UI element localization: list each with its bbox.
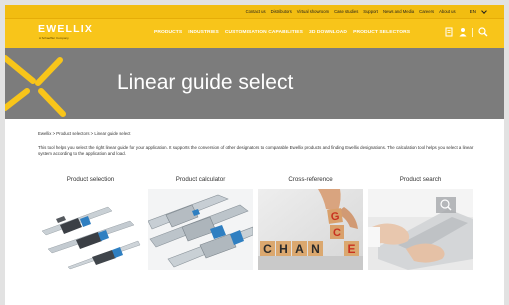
topbar-link-contact[interactable]: Contact us: [246, 9, 266, 14]
nav-icon-group: [445, 27, 488, 37]
product-selection-image[interactable]: [38, 189, 143, 270]
nav-item-product-selectors[interactable]: PRODUCT SELECTORS: [353, 30, 410, 35]
utility-bar: Contact us Distributors Virtual showroom…: [5, 5, 504, 18]
block-letter-g: G: [330, 210, 340, 223]
block-letter-a: A: [295, 242, 304, 256]
block-letter-c: C: [263, 242, 272, 256]
product-calculator-image[interactable]: [148, 189, 253, 270]
card-cross-reference[interactable]: Cross-reference G C C H A N E: [258, 175, 363, 270]
brand-tagline: A Schaeffler Company: [39, 36, 69, 40]
block-letter-c-2: C: [333, 227, 341, 239]
browser-page: Contact us Distributors Virtual showroom…: [5, 5, 504, 305]
page-title: Linear guide select: [117, 71, 294, 94]
main-nav-bar: EWELLIX A Schaeffler Company PRODUCTS IN…: [5, 18, 504, 48]
nav-icon-divider: [472, 27, 473, 37]
tool-cards: Product selection Product calculator Cro…: [38, 175, 473, 270]
card-title: Product calculator: [175, 176, 226, 183]
card-title: Product search: [399, 176, 442, 183]
topbar-link-case-studies[interactable]: Case studies: [334, 9, 358, 14]
hero-banner: Linear guide select: [5, 48, 504, 119]
language-label: EN: [469, 9, 476, 14]
block-letter-h: H: [279, 242, 288, 256]
card-title: Cross-reference: [288, 176, 333, 183]
topbar-link-virtual-showroom[interactable]: Virtual showroom: [297, 9, 329, 14]
search-overlay: [436, 197, 456, 213]
cross-reference-image[interactable]: G C C H A N E: [258, 189, 363, 270]
nav-item-customisation[interactable]: CUSTOMISATION CAPABILITIES: [225, 30, 303, 35]
chevron-down-icon: [481, 7, 487, 14]
breadcrumb[interactable]: Ewellix > Product selectors > Linear gui…: [38, 131, 130, 136]
search-icon[interactable]: [478, 27, 488, 37]
user-icon[interactable]: [459, 27, 467, 37]
product-search-image[interactable]: [368, 189, 473, 270]
topbar-link-about[interactable]: About us: [439, 9, 456, 14]
brand-name: EWELLIX: [38, 23, 94, 35]
brand-x-mark-icon: [5, 55, 66, 117]
nav-item-products[interactable]: PRODUCTS: [154, 30, 182, 35]
card-title: Product selection: [66, 176, 115, 183]
topbar-link-news[interactable]: News and Media: [383, 9, 414, 14]
block-letter-e: E: [347, 242, 355, 256]
card-product-search[interactable]: Product search: [368, 175, 473, 270]
language-selector[interactable]: EN: [469, 7, 487, 14]
intro-text: This tool helps you select the right lin…: [38, 145, 474, 157]
nav-item-3d-download[interactable]: 3D DOWNLOAD: [309, 30, 347, 35]
topbar-link-distributors[interactable]: Distributors: [271, 9, 292, 14]
card-product-selection[interactable]: Product selection: [38, 175, 143, 270]
document-icon[interactable]: [445, 27, 454, 37]
card-product-calculator[interactable]: Product calculator: [148, 175, 253, 270]
topbar-link-support[interactable]: Support: [363, 9, 378, 14]
nav-item-industries[interactable]: INDUSTRIES: [188, 30, 219, 35]
brand-logo[interactable]: EWELLIX A Schaeffler Company: [38, 24, 98, 44]
block-letter-n: N: [311, 242, 320, 256]
main-nav-links: PRODUCTS INDUSTRIES CUSTOMISATION CAPABI…: [154, 30, 410, 35]
word-blocks: C H A N E: [260, 241, 359, 256]
topbar-link-careers[interactable]: Careers: [419, 9, 434, 14]
